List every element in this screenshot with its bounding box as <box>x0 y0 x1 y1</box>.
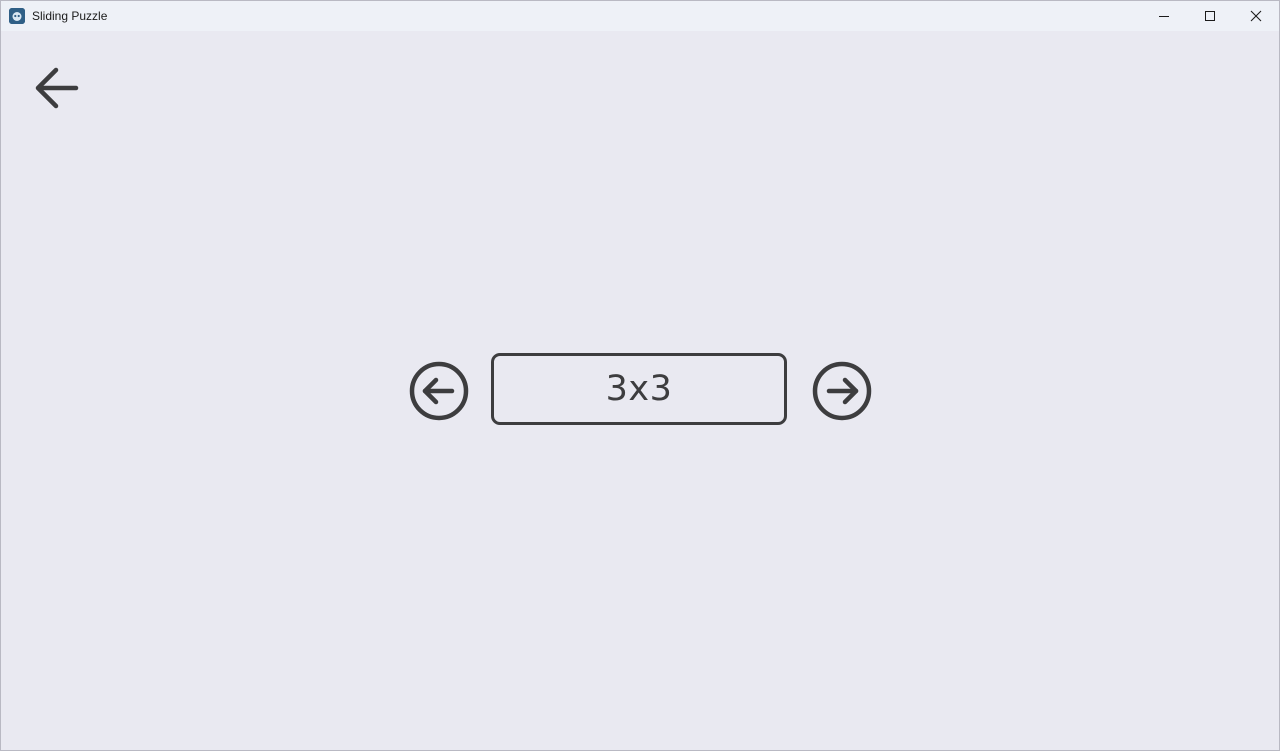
minimize-icon <box>1159 16 1169 17</box>
puzzle-size-label: 3x3 <box>605 369 673 409</box>
close-button[interactable] <box>1233 1 1279 31</box>
back-button[interactable] <box>29 61 85 117</box>
maximize-button[interactable] <box>1187 1 1233 31</box>
app-icon <box>9 8 25 24</box>
window-title: Sliding Puzzle <box>32 9 108 23</box>
maximize-icon <box>1205 11 1215 21</box>
title-bar[interactable]: Sliding Puzzle <box>1 1 1279 31</box>
app-window: Sliding Puzzle 3x3 <box>0 0 1280 751</box>
previous-size-button[interactable] <box>408 360 470 422</box>
circle-arrow-left-icon <box>409 361 469 421</box>
minimize-button[interactable] <box>1141 1 1187 31</box>
close-icon <box>1250 10 1262 22</box>
puzzle-size-display: 3x3 <box>491 353 787 425</box>
arrow-left-icon <box>35 67 79 109</box>
next-size-button[interactable] <box>811 360 873 422</box>
circle-arrow-right-icon <box>812 361 872 421</box>
